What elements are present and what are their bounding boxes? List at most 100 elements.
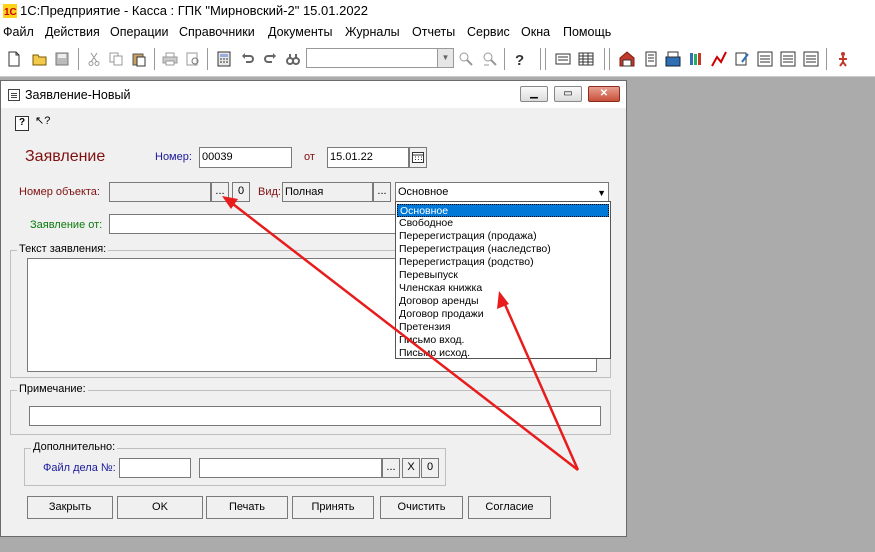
context-help-icon[interactable]: ↖?: [35, 114, 50, 127]
case-file-number-input[interactable]: [119, 458, 191, 478]
document-icon: [8, 89, 20, 101]
find-icon[interactable]: [285, 51, 301, 67]
search-combo[interactable]: ▼: [306, 48, 454, 68]
date-input[interactable]: 15.01.22: [327, 147, 409, 168]
minimize-button[interactable]: ▁: [520, 86, 548, 102]
note-input[interactable]: [29, 406, 601, 426]
menu-windows[interactable]: Окна: [521, 25, 550, 39]
journal-grid-icon[interactable]: [578, 51, 594, 67]
from-input[interactable]: [109, 214, 399, 234]
object-number-input[interactable]: [109, 182, 211, 202]
edit-document-icon[interactable]: [734, 51, 750, 67]
kind-select-value: Основное: [398, 186, 449, 198]
menu-help[interactable]: Помощь: [563, 25, 611, 39]
case-file-label: Файл дела №:: [43, 462, 116, 474]
garage-house-icon[interactable]: [619, 51, 635, 67]
chart-report-icon[interactable]: [711, 51, 727, 67]
object-clear-button[interactable]: 0: [232, 182, 250, 202]
restore-button[interactable]: ▭: [554, 86, 582, 102]
consent-button[interactable]: Согласие: [468, 496, 551, 519]
rko-order-icon[interactable]: [803, 51, 819, 67]
document-list-icon[interactable]: [643, 51, 659, 67]
print-preview-icon[interactable]: [185, 51, 201, 67]
case-file-clear-x-button[interactable]: X: [402, 458, 420, 478]
type-input[interactable]: Полная: [282, 182, 373, 202]
help-icon[interactable]: ?: [512, 51, 528, 67]
dropdown-option[interactable]: Перерегистрация (продажа): [397, 230, 609, 243]
open-folder-icon[interactable]: [32, 51, 48, 67]
note-group-label: Примечание:: [17, 383, 88, 395]
number-label: Номер:: [155, 151, 192, 163]
search-next-icon[interactable]: [458, 51, 474, 67]
menu-actions[interactable]: Действия: [45, 25, 100, 39]
app-title-bar: 1С 1С:Предприятие - Касса : ГПК "Мирновс…: [0, 0, 875, 22]
menu-file[interactable]: Файл: [3, 25, 34, 39]
close-button[interactable]: Закрыть: [27, 496, 113, 519]
redo-icon[interactable]: [262, 51, 278, 67]
dropdown-option[interactable]: Основное: [397, 204, 609, 217]
undo-icon[interactable]: [240, 51, 256, 67]
menu-bar: Файл Действия Операции Справочники Докум…: [0, 22, 875, 42]
accept-button[interactable]: Принять: [292, 496, 374, 519]
menu-documents[interactable]: Документы: [268, 25, 332, 39]
cashbox-icon[interactable]: [665, 51, 681, 67]
type-label: Вид:: [258, 186, 281, 198]
toolbar-separator: [545, 48, 547, 70]
menu-reports[interactable]: Отчеты: [412, 25, 455, 39]
print-button[interactable]: Печать: [206, 496, 288, 519]
app-title: 1С:Предприятие - Касса : ГПК "Мирновский…: [20, 3, 369, 18]
clear-button[interactable]: Очистить: [380, 496, 463, 519]
dropdown-option[interactable]: Письмо исход.: [397, 347, 609, 360]
dropdown-option[interactable]: Письмо вход.: [397, 334, 609, 347]
toolbar-separator: [609, 48, 611, 70]
paste-icon[interactable]: [131, 51, 147, 67]
1c-logo-icon: 1С: [3, 4, 17, 18]
dropdown-option[interactable]: Договор продажи: [397, 308, 609, 321]
kind-select[interactable]: Основное ▼: [395, 182, 609, 202]
close-window-button[interactable]: ✕: [588, 86, 620, 102]
books-icon[interactable]: [688, 51, 704, 67]
toolbar-separator: [154, 48, 156, 70]
kind-dropdown-list: Основное Свободное Перерегистрация (прод…: [395, 201, 611, 359]
dropdown-option[interactable]: Перерегистрация (наследство): [397, 243, 609, 256]
ok-button[interactable]: OK: [117, 496, 203, 519]
window-toolbar: ? ↖?: [1, 108, 626, 134]
calculator-icon[interactable]: [216, 51, 232, 67]
search-replace-icon[interactable]: [482, 51, 498, 67]
menu-journals[interactable]: Журналы: [345, 25, 400, 39]
calendar-button[interactable]: [409, 147, 427, 168]
number-input[interactable]: 00039: [199, 147, 292, 168]
chevron-down-icon[interactable]: ▼: [597, 185, 606, 201]
copy-icon[interactable]: [108, 51, 124, 67]
dropdown-option[interactable]: Членская книжка: [397, 282, 609, 295]
user-exit-icon[interactable]: [835, 51, 851, 67]
type-select-button[interactable]: ...: [373, 182, 391, 202]
menu-references[interactable]: Справочники: [179, 25, 255, 39]
cut-icon[interactable]: [86, 51, 102, 67]
toolbar-separator: [604, 48, 606, 70]
pko-order-icon[interactable]: [757, 51, 773, 67]
case-file-name-input[interactable]: [199, 458, 382, 478]
print-icon[interactable]: [162, 51, 178, 67]
extra-group-label: Дополнительно:: [31, 441, 118, 453]
dropdown-option[interactable]: Свободное: [397, 217, 609, 230]
cash-order-icon[interactable]: [555, 51, 571, 67]
case-file-clear-button[interactable]: 0: [421, 458, 439, 478]
dropdown-option[interactable]: Претензия: [397, 321, 609, 334]
case-file-select-button[interactable]: ...: [382, 458, 400, 478]
dropdown-option[interactable]: Договор аренды: [397, 295, 609, 308]
object-number-label: Номер объекта:: [19, 186, 100, 198]
object-select-button[interactable]: ...: [211, 182, 229, 202]
form-help-icon[interactable]: ?: [15, 116, 29, 131]
save-icon[interactable]: [54, 51, 70, 67]
calendar-icon: [412, 152, 424, 163]
menu-service[interactable]: Сервис: [467, 25, 510, 39]
dropdown-option[interactable]: Перерегистрация (родство): [397, 256, 609, 269]
pko-list-icon[interactable]: [780, 51, 796, 67]
chevron-down-icon[interactable]: ▼: [437, 49, 453, 67]
new-document-icon[interactable]: [6, 51, 22, 67]
toolbar-separator: [826, 48, 828, 70]
dropdown-option[interactable]: Перевыпуск: [397, 269, 609, 282]
menu-operations[interactable]: Операции: [110, 25, 168, 39]
date-label: от: [304, 151, 315, 163]
